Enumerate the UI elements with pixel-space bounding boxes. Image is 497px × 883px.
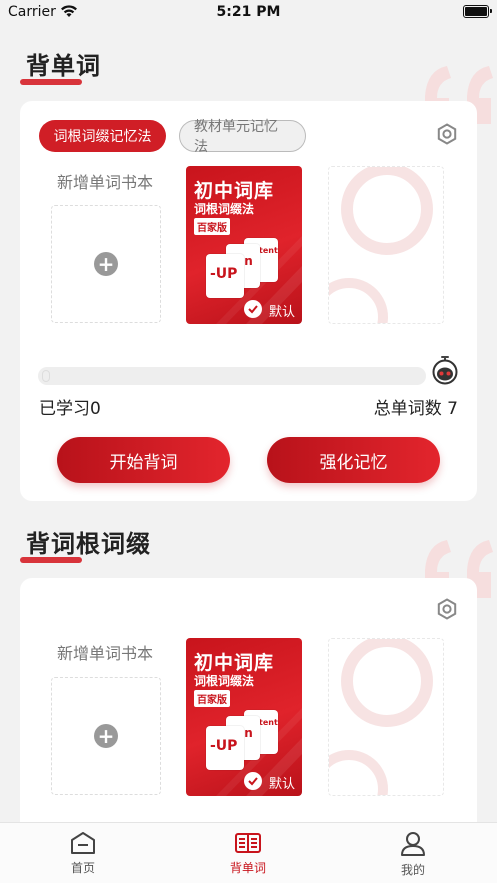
profile-icon bbox=[401, 832, 425, 856]
default-label: 默认 bbox=[269, 305, 296, 320]
book-title: 初中词库 bbox=[194, 180, 275, 202]
section-title-recite-words: 背单词 bbox=[20, 46, 101, 85]
learned-count: 已学习0 bbox=[39, 399, 101, 419]
book-title: 初中词库 bbox=[194, 652, 275, 674]
root-affix-card: 新增单词书本 + 初中词库 词根词缀法 百家版 tent on -UP 默认 bbox=[20, 578, 477, 838]
tab-profile-label: 我的 bbox=[400, 863, 425, 877]
battery-icon bbox=[463, 5, 492, 18]
word-book-cover[interactable]: 初中词库 词根词缀法 百家版 tent on -UP 默认 bbox=[186, 166, 302, 324]
add-book-button[interactable]: + bbox=[51, 205, 161, 323]
mascot-icon bbox=[432, 356, 458, 385]
default-label: 默认 bbox=[269, 777, 296, 792]
home-icon bbox=[71, 832, 95, 854]
new-book-label: 新增单词书本 bbox=[56, 644, 153, 663]
plus-icon: + bbox=[94, 724, 118, 748]
settings-icon[interactable] bbox=[436, 598, 458, 620]
book-subtitle: 词根词缀法 bbox=[194, 202, 255, 216]
tab-home[interactable]: 首页 bbox=[23, 831, 143, 876]
ring-decoration-icon bbox=[329, 167, 433, 323]
word-book-cover[interactable]: 初中词库 词根词缀法 百家版 tent on -UP 默认 bbox=[186, 638, 302, 796]
book-edition: 百家版 bbox=[194, 218, 230, 235]
tile-up: -UP bbox=[206, 726, 244, 770]
reinforce-memory-button[interactable]: 强化记忆 bbox=[267, 437, 440, 483]
plus-icon: + bbox=[94, 252, 118, 276]
book-edition: 百家版 bbox=[194, 690, 230, 707]
book-icon bbox=[235, 833, 261, 853]
recite-words-card: 词根词缀记忆法 教材单元记忆法 新增单词书本 + 初中词库 词根词缀法 百家版 … bbox=[20, 101, 477, 501]
tab-root-affix-method[interactable]: 词根词缀记忆法 bbox=[39, 120, 166, 152]
add-book-button[interactable]: + bbox=[51, 677, 161, 795]
tab-recite-words[interactable]: 背单词 bbox=[188, 831, 308, 876]
tab-recite-words-label: 背单词 bbox=[229, 861, 266, 875]
check-icon bbox=[244, 772, 262, 790]
new-book-label: 新增单词书本 bbox=[56, 173, 153, 192]
settings-icon[interactable] bbox=[436, 123, 458, 145]
status-bar: Carrier 5:21 PM bbox=[0, 0, 497, 26]
section-title-root-affix: 背词根词缀 bbox=[20, 524, 151, 563]
tab-profile[interactable]: 我的 bbox=[353, 831, 473, 878]
tab-home-label: 首页 bbox=[70, 861, 95, 875]
empty-book-slot bbox=[328, 166, 444, 324]
progress-bar bbox=[38, 367, 426, 385]
start-recite-button[interactable]: 开始背词 bbox=[57, 437, 230, 483]
status-time: 5:21 PM bbox=[216, 4, 281, 20]
bottom-tab-bar: 首页 背单词 我的 bbox=[0, 822, 497, 883]
empty-book-slot bbox=[328, 638, 444, 796]
tab-textbook-unit-method[interactable]: 教材单元记忆法 bbox=[179, 119, 306, 155]
check-icon bbox=[244, 300, 262, 318]
progress-indicator bbox=[42, 370, 50, 382]
total-word-count: 总单词数 7 bbox=[373, 399, 458, 419]
book-subtitle: 词根词缀法 bbox=[194, 674, 255, 688]
tile-up: -UP bbox=[206, 254, 244, 298]
ring-decoration-icon bbox=[329, 639, 433, 795]
